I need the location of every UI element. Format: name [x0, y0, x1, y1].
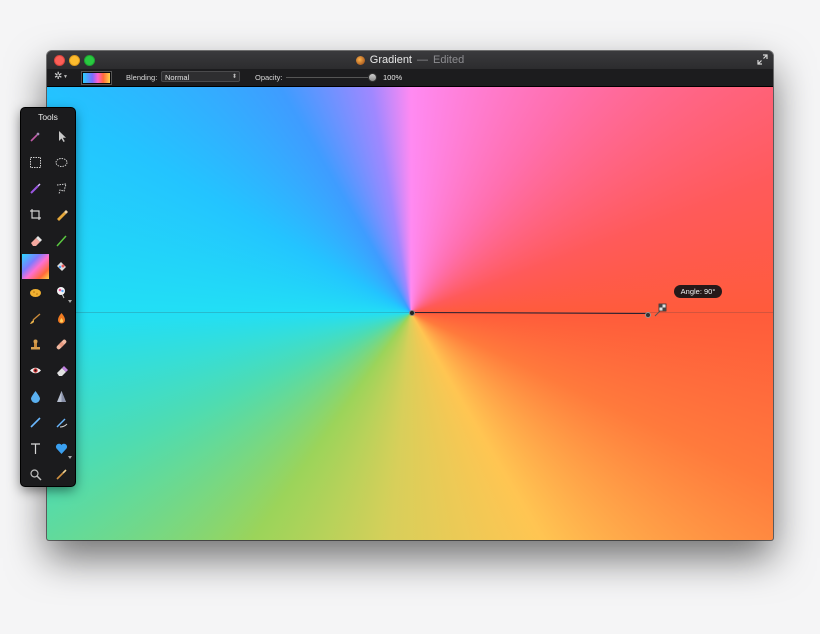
- tools-panel: Tools: [21, 108, 75, 486]
- opacity-slider-knob[interactable]: [368, 73, 377, 82]
- heart-shape-icon[interactable]: [48, 436, 74, 461]
- paint-balloon-icon[interactable]: [48, 280, 74, 305]
- pen-select-icon[interactable]: [22, 176, 48, 201]
- tools-panel-title: Tools: [38, 112, 58, 122]
- blending-select[interactable]: Normal ⬍: [161, 71, 240, 82]
- ellipse-select-icon[interactable]: [48, 150, 74, 175]
- window-title: Gradient: [369, 54, 412, 66]
- title-bar: Gradient — Edited: [47, 51, 773, 69]
- gradient-direction-line[interactable]: [410, 312, 647, 315]
- bandage-heal-icon[interactable]: [48, 332, 74, 357]
- text-tool-icon[interactable]: [22, 436, 48, 461]
- flame-burn-icon[interactable]: [48, 306, 74, 331]
- brush-line-icon[interactable]: [48, 228, 74, 253]
- tool-submenu-caret: [68, 456, 72, 459]
- paint-bucket-icon[interactable]: [48, 254, 74, 279]
- blending-label: Blending:: [126, 73, 158, 82]
- stamp-icon[interactable]: [22, 332, 48, 357]
- sharpen-cone-icon[interactable]: [48, 384, 74, 409]
- blending-value: Normal: [165, 73, 190, 82]
- pencil-icon[interactable]: [48, 202, 74, 227]
- fullscreen-icon[interactable]: [756, 54, 768, 66]
- magic-wand-icon[interactable]: [22, 124, 48, 149]
- app-window: Gradient — Edited ✲ ▼ Blending: Normal ⬍…: [47, 51, 773, 540]
- lasso-icon[interactable]: [48, 176, 74, 201]
- bezier-pen-icon[interactable]: [48, 410, 74, 435]
- up-down-arrows-icon: ⬍: [231, 74, 237, 80]
- arrow-pointer-icon[interactable]: [48, 124, 74, 149]
- angle-tooltip: Angle: 90°: [674, 285, 722, 298]
- gradient-icon[interactable]: [22, 254, 49, 279]
- sponge-icon[interactable]: [22, 280, 48, 305]
- chevron-down-icon[interactable]: ▼: [63, 74, 68, 80]
- gradient-start-handle[interactable]: [409, 310, 415, 316]
- opacity-value: 100%: [383, 73, 403, 82]
- gradient-end-handle[interactable]: [645, 312, 651, 318]
- opacity-slider-track[interactable]: [286, 77, 372, 78]
- gradient-swatch-button[interactable]: [81, 71, 112, 85]
- line-draw-icon[interactable]: [22, 410, 48, 435]
- edited-status[interactable]: Edited: [433, 54, 464, 66]
- gear-icon[interactable]: ✲: [54, 71, 62, 83]
- gradient-cursor-icon: [654, 303, 667, 317]
- opacity-label: Opacity:: [255, 73, 283, 82]
- rect-select-icon[interactable]: [22, 150, 48, 175]
- document-icon[interactable]: [355, 55, 365, 65]
- title-separator: —: [417, 54, 428, 66]
- image-canvas[interactable]: Angle: 90°: [47, 87, 773, 540]
- window-title-group: Gradient — Edited: [47, 51, 773, 69]
- water-drop-icon[interactable]: [22, 384, 48, 409]
- clone-eraser-icon[interactable]: [48, 358, 74, 383]
- crop-icon[interactable]: [22, 202, 48, 227]
- smudge-brush-icon[interactable]: [22, 306, 48, 331]
- red-eye-icon[interactable]: [22, 358, 48, 383]
- eraser-icon[interactable]: [22, 228, 48, 253]
- options-toolbar: ✲ ▼ Blending: Normal ⬍ Opacity: 100%: [47, 69, 773, 87]
- color-picker-icon[interactable]: [48, 462, 74, 487]
- zoom-icon[interactable]: [22, 462, 48, 487]
- tool-submenu-caret: [68, 300, 72, 303]
